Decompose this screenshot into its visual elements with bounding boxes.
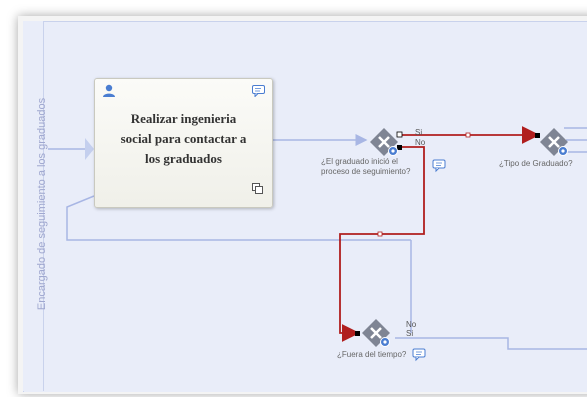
- task-label-line: social para contactar a: [120, 131, 247, 146]
- gateway3-label: ¿Fuera del tiempo?: [337, 350, 407, 359]
- sequence-flows: [48, 126, 587, 362]
- selection-handle[interactable]: [396, 131, 403, 138]
- gateway1-label: ¿El graduado inició el proceso de seguim…: [321, 157, 431, 177]
- gateway-2-icon[interactable]: [540, 128, 568, 156]
- gateway-3-icon[interactable]: [362, 319, 390, 347]
- user-icon: [103, 84, 115, 97]
- gateway2-label: ¿Tipo de Graduado?: [499, 159, 573, 168]
- task-label-line: Realizar ingenieria: [130, 111, 237, 126]
- flow-gateway3-si[interactable]: [395, 337, 587, 350]
- task-realizar-ingenieria-social[interactable]: Realizar ingenieria social para contacta…: [94, 78, 273, 208]
- selection-handle[interactable]: [535, 133, 540, 138]
- flow-start-arrow-icon: [85, 138, 94, 160]
- gateway1-branch-yes: Si: [415, 128, 423, 137]
- gateway1-branch-no: No: [415, 138, 426, 147]
- gateway1-label-line: proceso de seguimiento?: [321, 167, 411, 176]
- gateway3-branch-yes: Si: [406, 329, 414, 338]
- comment-icon[interactable]: [412, 348, 426, 362]
- selection-handle[interactable]: [465, 132, 471, 138]
- selection-handle[interactable]: [397, 145, 402, 150]
- comment-icon[interactable]: [252, 85, 265, 97]
- selection-handle[interactable]: [377, 231, 383, 237]
- gateway1-label-line: ¿El graduado inició el: [321, 157, 398, 166]
- subprocess-icon[interactable]: [252, 183, 263, 194]
- gateway-1-icon[interactable]: [370, 128, 398, 156]
- selection-handle[interactable]: [355, 331, 360, 336]
- comment-icon[interactable]: [432, 159, 446, 173]
- task-label-line: los graduados: [145, 151, 222, 166]
- gateway3-branch-no: No: [406, 320, 417, 329]
- task-label: Realizar ingenieria social para contacta…: [111, 109, 256, 169]
